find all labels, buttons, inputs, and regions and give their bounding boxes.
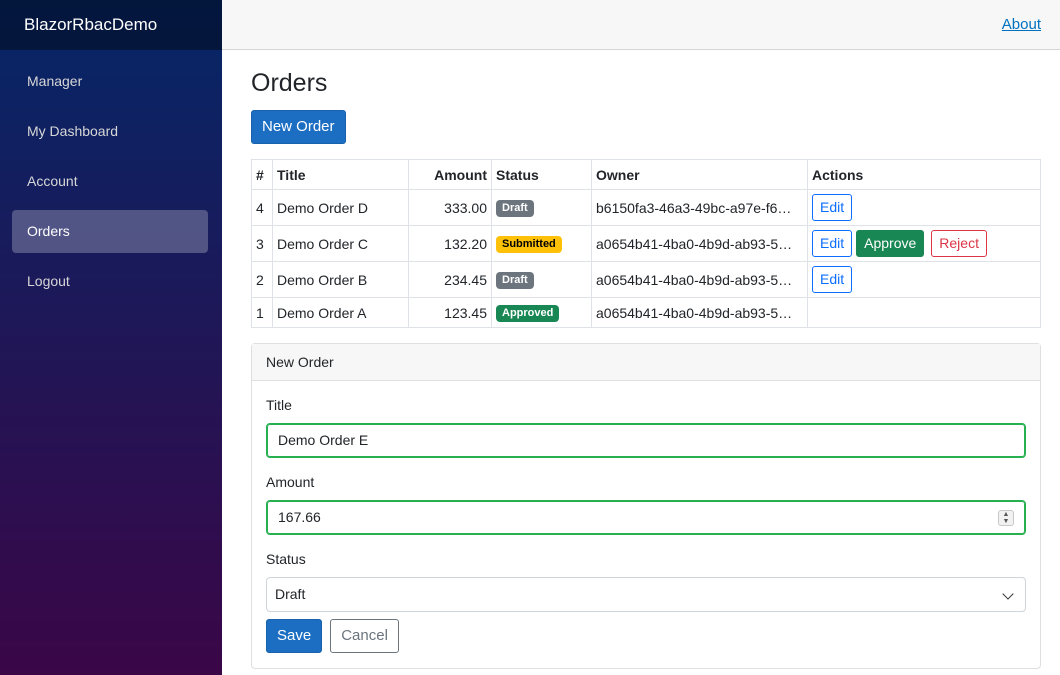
about-link[interactable]: About: [1002, 16, 1041, 33]
cancel-button[interactable]: Cancel: [330, 619, 399, 653]
column-header-actions: Actions: [807, 159, 1041, 190]
title-input[interactable]: Demo Order E: [266, 423, 1026, 458]
cell-amount: 123.45: [408, 297, 492, 328]
edit-button[interactable]: Edit: [812, 266, 853, 293]
sidebar-item-account[interactable]: Account: [12, 160, 208, 203]
orders-table: # Title Amount Status Owner Actions 4 De…: [251, 159, 1041, 328]
table-row: 1 Demo Order A 123.45 Approved a0654b41-…: [251, 297, 1041, 328]
table-row: 3 Demo Order C 132.20 Submitted a0654b41…: [251, 225, 1041, 262]
sidebar-item-my-dashboard[interactable]: My Dashboard: [12, 110, 208, 153]
cell-owner: a0654b41-4ba0-4b9d-ab93-5…: [591, 225, 808, 262]
column-header-amount: Amount: [408, 159, 492, 190]
save-button[interactable]: Save: [266, 619, 323, 653]
cell-title: Demo Order B: [272, 261, 409, 298]
table-header-row: # Title Amount Status Owner Actions: [251, 159, 1041, 190]
amount-input[interactable]: 167.66 ▲ ▼: [266, 500, 1026, 535]
sidebar-item-manager[interactable]: Manager: [12, 60, 208, 103]
cell-title: Demo Order D: [272, 189, 409, 226]
amount-value: 167.66: [278, 509, 321, 525]
cell-status: Submitted: [491, 225, 592, 262]
cell-actions: Edit: [807, 261, 1041, 298]
card-header: New Order: [252, 344, 1040, 381]
cell-title: Demo Order C: [272, 225, 409, 262]
cell-owner: a0654b41-4ba0-4b9d-ab93-5…: [591, 297, 808, 328]
approve-button[interactable]: Approve: [856, 230, 925, 257]
cell-id: 1: [251, 297, 273, 328]
status-badge: Submitted: [496, 236, 562, 253]
cell-id: 4: [251, 189, 273, 226]
cell-owner: a0654b41-4ba0-4b9d-ab93-5…: [591, 261, 808, 298]
status-selected-value: Draft: [275, 586, 306, 602]
card-body: Title Demo Order E Amount 167.66 ▲ ▼ Stat…: [252, 381, 1040, 668]
edit-button[interactable]: Edit: [812, 194, 853, 221]
cell-id: 2: [251, 261, 273, 298]
edit-button[interactable]: Edit: [812, 230, 853, 257]
app-brand[interactable]: BlazorRbacDemo: [0, 0, 222, 50]
sidebar-item-logout[interactable]: Logout: [12, 260, 208, 303]
title-label: Title: [266, 397, 292, 413]
cell-actions: Edit Approve Reject: [807, 225, 1041, 262]
status-badge: Approved: [496, 305, 560, 322]
sidebar-item-orders[interactable]: Orders: [12, 210, 208, 253]
cell-amount: 234.45: [408, 261, 492, 298]
cell-amount: 132.20: [408, 225, 492, 262]
cell-actions: Edit: [807, 189, 1041, 226]
chevron-down-icon: [1002, 588, 1014, 600]
table-row: 2 Demo Order B 234.45 Draft a0654b41-4ba…: [251, 261, 1041, 298]
top-bar: About: [222, 0, 1060, 50]
column-header-owner: Owner: [591, 159, 808, 190]
status-badge: Draft: [496, 200, 534, 217]
status-label: Status: [266, 551, 306, 567]
status-select[interactable]: Draft: [266, 577, 1026, 612]
page-title: Orders: [251, 69, 328, 97]
status-badge: Draft: [496, 272, 534, 289]
amount-label: Amount: [266, 474, 315, 490]
cell-owner: b6150fa3-46a3-49bc-a97e-f6…: [591, 189, 808, 226]
form-buttons: Save Cancel: [266, 619, 1026, 653]
new-order-button[interactable]: New Order: [251, 110, 346, 144]
column-header-status: Status: [491, 159, 592, 190]
cell-title: Demo Order A: [272, 297, 409, 328]
new-order-card: New Order Title Demo Order E Amount 167.…: [251, 343, 1041, 669]
sidebar: BlazorRbacDemo Manager My Dashboard Acco…: [0, 0, 222, 675]
sidebar-nav: Manager My Dashboard Account Orders Logo…: [0, 50, 222, 303]
cell-amount: 333.00: [408, 189, 492, 226]
main-content: Orders New Order # Title Amount Status O…: [251, 50, 1041, 669]
spinner-arrows-icon[interactable]: ▲ ▼: [998, 510, 1014, 526]
table-row: 4 Demo Order D 333.00 Draft b6150fa3-46a…: [251, 189, 1041, 226]
column-header-title: Title: [272, 159, 409, 190]
cell-status: Draft: [491, 261, 592, 298]
cell-status: Draft: [491, 189, 592, 226]
reject-button[interactable]: Reject: [931, 230, 987, 257]
cell-actions: [807, 297, 1041, 328]
cell-status: Approved: [491, 297, 592, 328]
column-header-id: #: [251, 159, 273, 190]
cell-id: 3: [251, 225, 273, 262]
